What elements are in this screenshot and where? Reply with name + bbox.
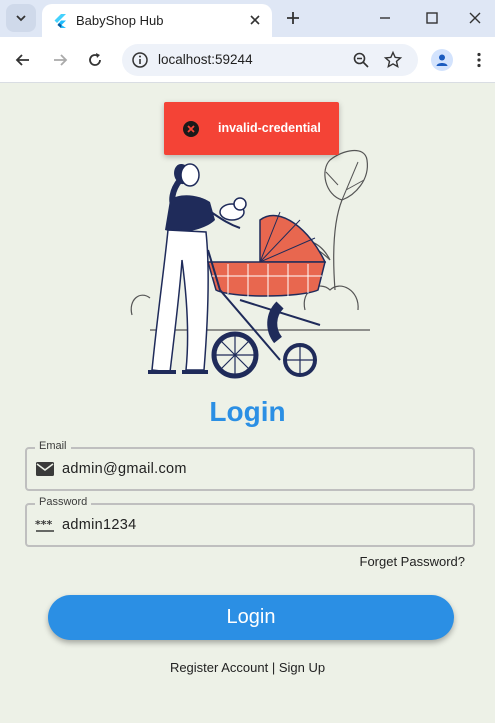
mother-with-stroller-illustration xyxy=(130,150,370,379)
login-button[interactable]: Login xyxy=(48,595,454,640)
error-circle-icon xyxy=(183,121,199,137)
page-content: invalid-credential Login Email admin@gma… xyxy=(0,84,495,723)
email-value: admin@gmail.com xyxy=(62,461,187,477)
back-arrow-icon[interactable] xyxy=(13,50,33,70)
address-bar[interactable]: localhost:59244 xyxy=(122,44,418,76)
register-link[interactable]: Register Account | Sign Up xyxy=(0,660,495,675)
forward-arrow-icon[interactable] xyxy=(50,50,70,70)
email-label: Email xyxy=(35,440,71,452)
email-icon xyxy=(36,462,54,476)
site-info-icon[interactable] xyxy=(130,50,150,70)
bookmark-star-icon[interactable] xyxy=(383,50,403,70)
minimize-icon[interactable] xyxy=(375,8,395,28)
password-icon: *** xyxy=(35,518,54,532)
svg-text:***: *** xyxy=(35,518,53,531)
more-options-icon[interactable] xyxy=(469,50,489,70)
password-field[interactable]: Password *** admin1234 xyxy=(25,496,475,547)
error-toast: invalid-credential xyxy=(164,102,339,155)
new-tab-icon[interactable] xyxy=(283,8,303,28)
maximize-icon[interactable] xyxy=(422,8,442,28)
profile-avatar[interactable] xyxy=(431,49,453,71)
browser-tab[interactable]: BabyShop Hub xyxy=(42,4,272,37)
window-close-icon[interactable] xyxy=(465,8,485,28)
forget-password-link[interactable]: Forget Password? xyxy=(360,554,466,569)
password-value: admin1234 xyxy=(62,517,137,533)
zoom-icon[interactable] xyxy=(351,50,371,70)
tab-search-button[interactable] xyxy=(6,4,36,32)
reload-icon[interactable] xyxy=(85,50,105,70)
tab-title: BabyShop Hub xyxy=(76,13,164,28)
flutter-icon xyxy=(54,13,66,28)
toast-message: invalid-credential xyxy=(218,121,321,135)
close-icon[interactable] xyxy=(248,13,262,27)
browser-tabstrip: BabyShop Hub xyxy=(0,0,495,37)
person-icon xyxy=(436,54,448,66)
email-field[interactable]: Email admin@gmail.com xyxy=(25,440,475,491)
password-label: Password xyxy=(35,496,92,508)
chevron-down-icon xyxy=(16,15,26,22)
url-text: localhost:59244 xyxy=(158,52,253,67)
browser-toolbar: localhost:59244 xyxy=(0,37,495,83)
page-title: Login xyxy=(209,396,286,427)
